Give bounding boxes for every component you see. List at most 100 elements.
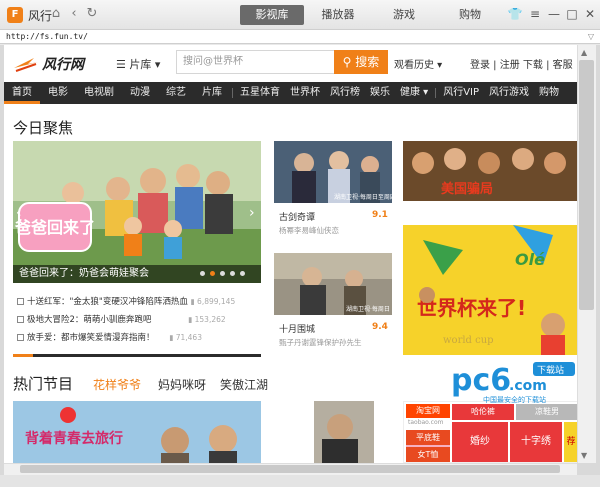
card-title[interactable]: 十月围城 [279, 322, 315, 335]
nav-tv[interactable]: 电视剧 [76, 82, 122, 104]
watch-history-button[interactable]: 观看历史 ▾ [394, 56, 442, 71]
nav-anime[interactable]: 动漫 [122, 82, 158, 104]
web-content: 风行网 ☰ 片库 ▾ 搜问@世界杯 ⚲ 搜索 观看历史 ▾ 登录 | 注册 下载… [4, 45, 577, 463]
carousel-dot[interactable] [200, 271, 205, 276]
carousel-dot[interactable] [220, 271, 225, 276]
nav-home[interactable]: 首页 [4, 82, 40, 104]
hero-image[interactable]: 爸爸回来了 [13, 141, 261, 283]
address-dropdown-icon[interactable]: ▽ [588, 32, 594, 41]
view-count: ▮ 153,262 [188, 315, 226, 324]
tab-shopping[interactable]: 购物 [438, 5, 502, 25]
minimize-icon[interactable]: — [546, 6, 562, 22]
shop-tile[interactable]: 十字绣 [510, 422, 562, 462]
nav-library[interactable]: 片库 [194, 82, 230, 104]
maximize-icon[interactable]: □ [564, 6, 580, 22]
hot-tab-grandpa[interactable]: 花样爷爷 [93, 376, 141, 393]
nav-entertainment[interactable]: 娱乐 [365, 82, 395, 104]
section-bottom-line [13, 354, 261, 357]
svg-text:湖南卫视·每周日至周四: 湖南卫视·每周日至周四 [334, 193, 392, 201]
show-illustration: 背着青春去旅行 [13, 401, 261, 463]
card-thumbnail[interactable]: 湖南卫视·每周日至周四 [274, 141, 392, 203]
world-cup-banner[interactable]: Olé 世界杯来了! world cup [403, 205, 577, 355]
close-icon[interactable]: ✕ [582, 6, 598, 22]
horizontal-scrollbar-thumb[interactable] [20, 465, 560, 473]
hero-next-arrow[interactable]: › [249, 205, 255, 221]
nav-five-star-sports[interactable]: 五星体育 [235, 82, 285, 104]
site-logo[interactable]: 风行网 [12, 52, 102, 76]
home-icon[interactable]: ⌂ [48, 6, 64, 22]
carousel-dot[interactable] [240, 271, 245, 276]
address-bar[interactable]: http://fs.fun.tv/ [0, 30, 600, 44]
hero-prev-arrow[interactable]: ‹ [16, 205, 22, 221]
poster-illustration: 美国骗局 [403, 141, 577, 201]
scroll-down-icon[interactable]: ▼ [581, 451, 587, 460]
tab-player[interactable]: 播放器 [306, 5, 370, 25]
shop-tile[interactable]: 平底鞋 [406, 430, 450, 445]
nav-health[interactable]: 健康 ▾ [395, 82, 433, 104]
top-links[interactable]: 登录 | 注册 下载 | 客服 [470, 56, 573, 71]
nav-health-label: 健康 [400, 87, 420, 98]
search-icon: ⚲ [342, 55, 352, 69]
shopping-ad[interactable]: 淘宝网 taobao.com 哈伦裤 凉鞋男 平底鞋 女T恤 婚纱 十字绣 荐 [403, 401, 577, 463]
svg-text:湖南卫视·每周日: 湖南卫视·每周日 [346, 305, 390, 313]
shop-tile[interactable]: 荐 [564, 422, 577, 462]
menu-icon[interactable]: ≡ [527, 6, 543, 22]
movie-poster[interactable]: 美国骗局 [403, 141, 577, 201]
search-input[interactable]: 搜问@世界杯 [176, 50, 334, 74]
nav-variety[interactable]: 综艺 [158, 82, 194, 104]
nav-games[interactable]: 风行游戏 [484, 82, 534, 104]
news-item[interactable]: 十送红军："金太狼"变硬汉冲锋陷阵洒热血 ▮ 6,899,145 [17, 295, 235, 307]
library-label: 片库 [129, 58, 152, 71]
search-button[interactable]: ⚲ 搜索 [334, 50, 388, 74]
show-thumbnail[interactable]: 背着青春去旅行 [13, 401, 261, 463]
library-button[interactable]: ☰ 片库 ▾ [116, 56, 160, 72]
nav-vip[interactable]: 风行VIP [438, 82, 484, 104]
back-icon[interactable]: ‹ [66, 6, 82, 22]
card-illustration: 湖南卫视·每周日至周四 [274, 141, 392, 203]
carousel-dot-active[interactable] [210, 271, 215, 276]
news-title: 极地大冒险2：萌萌小驯鹿奔跑吧 [27, 315, 152, 325]
section-accent-line [13, 354, 33, 357]
hot-tab-swordsman[interactable]: 笑傲江湖 [220, 376, 268, 393]
watch-history-label: 观看历史 [394, 60, 434, 71]
refresh-icon[interactable]: ↻ [84, 6, 100, 22]
nav-movies[interactable]: 电影 [40, 82, 76, 104]
play-icon [17, 298, 24, 305]
shop-tile[interactable]: 女T恤 [406, 447, 450, 462]
tab-games[interactable]: 游戏 [372, 5, 436, 25]
main-nav: 首页 电影 电视剧 动漫 综艺 片库 五星体育 世界杯 风行榜 娱乐 健康 ▾ … [4, 82, 577, 104]
pc6-watermark-logo: pc6 .com 下载站 中国最安全的下载站 [451, 362, 575, 404]
shop-logo: 淘宝网 [406, 404, 450, 418]
card-thumbnail[interactable]: 湖南卫视·每周日 [274, 253, 392, 315]
status-bar [0, 475, 600, 487]
svg-text:背着青春去旅行: 背着青春去旅行 [25, 430, 123, 447]
nav-shopping[interactable]: 购物 [534, 82, 564, 104]
shop-tile[interactable]: 婚纱 [452, 422, 508, 462]
show-illustration [274, 401, 392, 463]
news-item[interactable]: 放手爱：都市爆笑爱情漫弃指南！ ▮ 71,463 [17, 331, 202, 343]
svg-text:风行网: 风行网 [42, 56, 86, 73]
carousel-dots [200, 271, 250, 276]
nav-chart[interactable]: 风行榜 [325, 82, 365, 104]
nav-world-cup[interactable]: 世界杯 [285, 82, 325, 104]
svg-text:world cup: world cup [443, 335, 494, 346]
carousel-dot[interactable] [230, 271, 235, 276]
card-score: 9.4 [372, 322, 388, 332]
news-item[interactable]: 极地大冒险2：萌萌小驯鹿奔跑吧 ▮ 153,262 [17, 313, 226, 325]
svg-text:下载站: 下载站 [537, 364, 564, 376]
svg-text:中国最安全的下载站: 中国最安全的下载站 [483, 395, 546, 404]
show-thumbnail[interactable] [274, 401, 392, 463]
scrollbar-thumb[interactable] [579, 60, 594, 310]
tab-video-library[interactable]: 影视库 [240, 5, 304, 25]
card-title[interactable]: 古剑奇谭 [279, 210, 315, 223]
scroll-up-icon[interactable]: ▲ [581, 48, 587, 57]
view-count: ▮ 71,463 [169, 333, 202, 342]
skin-icon[interactable]: 👕 [507, 6, 523, 22]
svg-text:.com: .com [509, 378, 547, 394]
card-illustration: 湖南卫视·每周日 [274, 253, 392, 315]
shop-domain: taobao.com [408, 419, 444, 426]
section-title-focus: 今日聚焦 [13, 119, 74, 137]
hot-tab-mama-mia[interactable]: 妈妈咪呀 [158, 376, 206, 393]
top-tabs: 影视库 播放器 游戏 购物 [240, 5, 504, 25]
svg-text:爸爸回来了: 爸爸回来了 [14, 218, 95, 237]
